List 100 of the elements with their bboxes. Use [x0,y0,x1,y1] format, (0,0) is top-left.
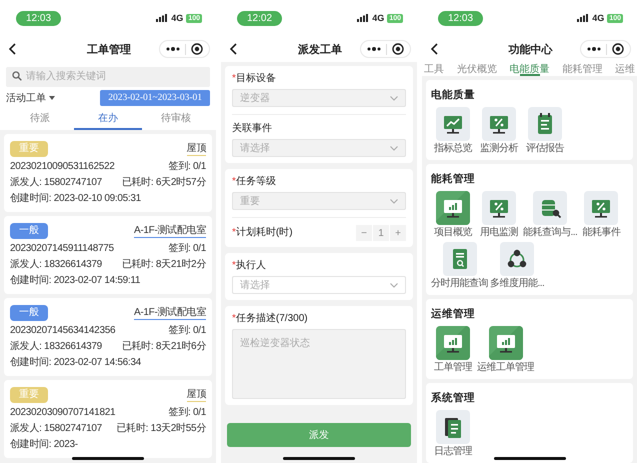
required-mark: * [232,226,236,240]
home-indicator [283,457,355,460]
chart-monitor-icon [436,107,470,141]
time-badge: 12:03 [438,10,484,26]
sign-in-count: 签到: 0/1 [168,324,206,337]
network-label: 4G [592,13,604,23]
dispatcher-label: 派发人: 18326614379 [10,258,102,271]
function-item[interactable]: 多维度用能... [490,242,544,290]
function-item[interactable]: 能耗查询与... [523,191,578,239]
section-title: 能耗管理 [431,172,475,187]
close-target-icon[interactable] [392,43,404,55]
close-target-icon[interactable] [191,43,203,55]
search-field[interactable]: 请输入搜索关键词 [6,66,210,86]
field-label: 任务描述(7/300) [236,312,308,326]
elapsed-time: 已耗时: 6天2时57分 [122,176,206,189]
priority-badge: 一般 [10,305,48,321]
page-title: 功能中心 [508,42,552,56]
chevron-down-icon [390,96,398,100]
network-icon [500,242,534,276]
percent-monitor-icon [482,107,516,141]
sign-in-count: 签到: 0/1 [168,242,206,255]
function-item[interactable]: 能耗事件 [579,191,624,239]
percent-monitor-icon [482,191,516,225]
dispatch-button[interactable]: 派发 [227,423,411,447]
bar-chart-monitor-icon [436,191,470,225]
more-icon[interactable] [587,46,601,52]
document-search-icon [442,242,476,276]
field-label: 执行人 [236,259,266,273]
function-item[interactable]: 分时用能查询 [431,242,488,290]
percent-monitor-icon [584,191,618,225]
order-card[interactable]: 重要 屋顶 20230210090531162522 签到: 0/1 派发人: 15802747107 已耗时: 6天2时57分 创建时间: 2023-02-10 09:05:31 [4,134,212,212]
section-title: 电能质量 [431,88,475,103]
priority-badge: 一般 [10,223,48,239]
network-label: 4G [171,13,184,23]
created-time: 创建时间: 2023-02-10 09:05:31 [10,192,141,205]
required-mark: * [232,175,236,189]
more-icon[interactable] [367,46,381,52]
page-title: 派发工单 [298,42,342,56]
page-title: 工单管理 [87,42,131,56]
section-title: 系统管理 [431,391,475,406]
back-icon[interactable] [430,42,440,56]
elapsed-time: 已耗时: 8天21时2分 [122,258,206,271]
field-label: 关联事件 [232,122,272,136]
clipboard-icon [528,107,562,141]
function-item[interactable]: 指标总览 [431,107,475,155]
location-label: 屋顶 [186,142,206,156]
priority-badge: 重要 [10,387,48,403]
section-title: 运维管理 [431,307,475,322]
database-search-icon [533,191,568,225]
tab[interactable]: 待派 [6,108,74,130]
order-card[interactable]: 一般 A-1F-测试配电室 20230207145634142356 签到: 0/1 派发人: 18326614379 已耗时: 8天21时6分 创建时间: 2023-02-07 14:56:34 [4,298,212,376]
signal-icon [577,14,590,22]
function-item[interactable]: 日志管理 [431,410,475,458]
documents-icon [436,410,470,444]
tab[interactable]: 待审核 [142,108,210,130]
tab[interactable]: 工具 [424,62,444,76]
function-item[interactable]: 用电监测 [477,191,521,239]
function-item[interactable]: 工单管理 [431,326,475,374]
chevron-down-icon [390,198,398,204]
dispatcher-label: 派发人: 15802747107 [10,422,102,435]
tab[interactable]: 电能质量 [510,62,550,76]
created-time: 创建时间: 2023-02-07 14:59:11 [10,274,140,287]
dispatcher-label: 派发人: 18326614379 [10,340,102,353]
date-range-button[interactable]: 2023-02-01~2023-03-01 [100,90,210,106]
sign-in-count: 签到: 0/1 [168,406,206,419]
order-number: 20230207145911148775 [10,242,114,255]
signal-icon [357,14,370,22]
location-label: 屋顶 [186,388,206,402]
location-label: A-1F-测试配电室 [134,306,206,320]
signal-icon [156,14,168,22]
function-item[interactable]: 项目概览 [431,191,475,239]
search-icon [12,71,22,81]
chevron-down-icon [390,146,398,150]
location-label: A-1F-测试配电室 [134,224,206,238]
field-label: 目标设备 [236,72,276,86]
bar-chart-monitor-icon [436,326,470,360]
back-icon[interactable] [8,42,18,56]
tab[interactable]: 运维 [615,62,635,76]
required-mark: * [232,312,236,326]
function-item[interactable]: 评估报告 [523,107,567,155]
filter-dropdown[interactable]: 活动工单 [6,91,55,105]
field-label: 任务等级 [236,175,276,189]
time-badge: 12:02 [237,10,282,26]
more-icon[interactable] [166,46,180,52]
order-number: 20230203090707141821 [10,406,116,419]
order-card[interactable]: 重要 屋顶 20230203090707141821 签到: 0/1 派发人: 15802747107 已耗时: 13天2时55分 创建时间: 2023- [4,380,212,458]
tab[interactable]: 能耗管理 [562,62,602,76]
close-target-icon[interactable] [612,43,624,55]
elapsed-time: 已耗时: 13天2时55分 [116,422,206,435]
tab[interactable]: 光伏概览 [456,62,497,76]
chevron-down-icon [390,282,398,288]
order-card[interactable]: 一般 A-1F-测试配电室 20230207145911148775 签到: 0/1 派发人: 18326614379 已耗时: 8天21时2分 创建时间: 2023-02-07 14:59:11 [4,216,212,294]
function-item[interactable]: 监测分析 [477,107,521,155]
function-item[interactable]: 运维工单管理 [477,326,534,374]
field-label: 计划耗时(时) [236,226,293,240]
created-time: 创建时间: 2023-02-07 14:56:34 [10,356,141,369]
order-number: 20230210090531162522 [10,160,114,173]
sign-in-count: 签到: 0/1 [168,160,206,173]
back-icon[interactable] [229,42,239,56]
required-mark: * [232,72,236,86]
